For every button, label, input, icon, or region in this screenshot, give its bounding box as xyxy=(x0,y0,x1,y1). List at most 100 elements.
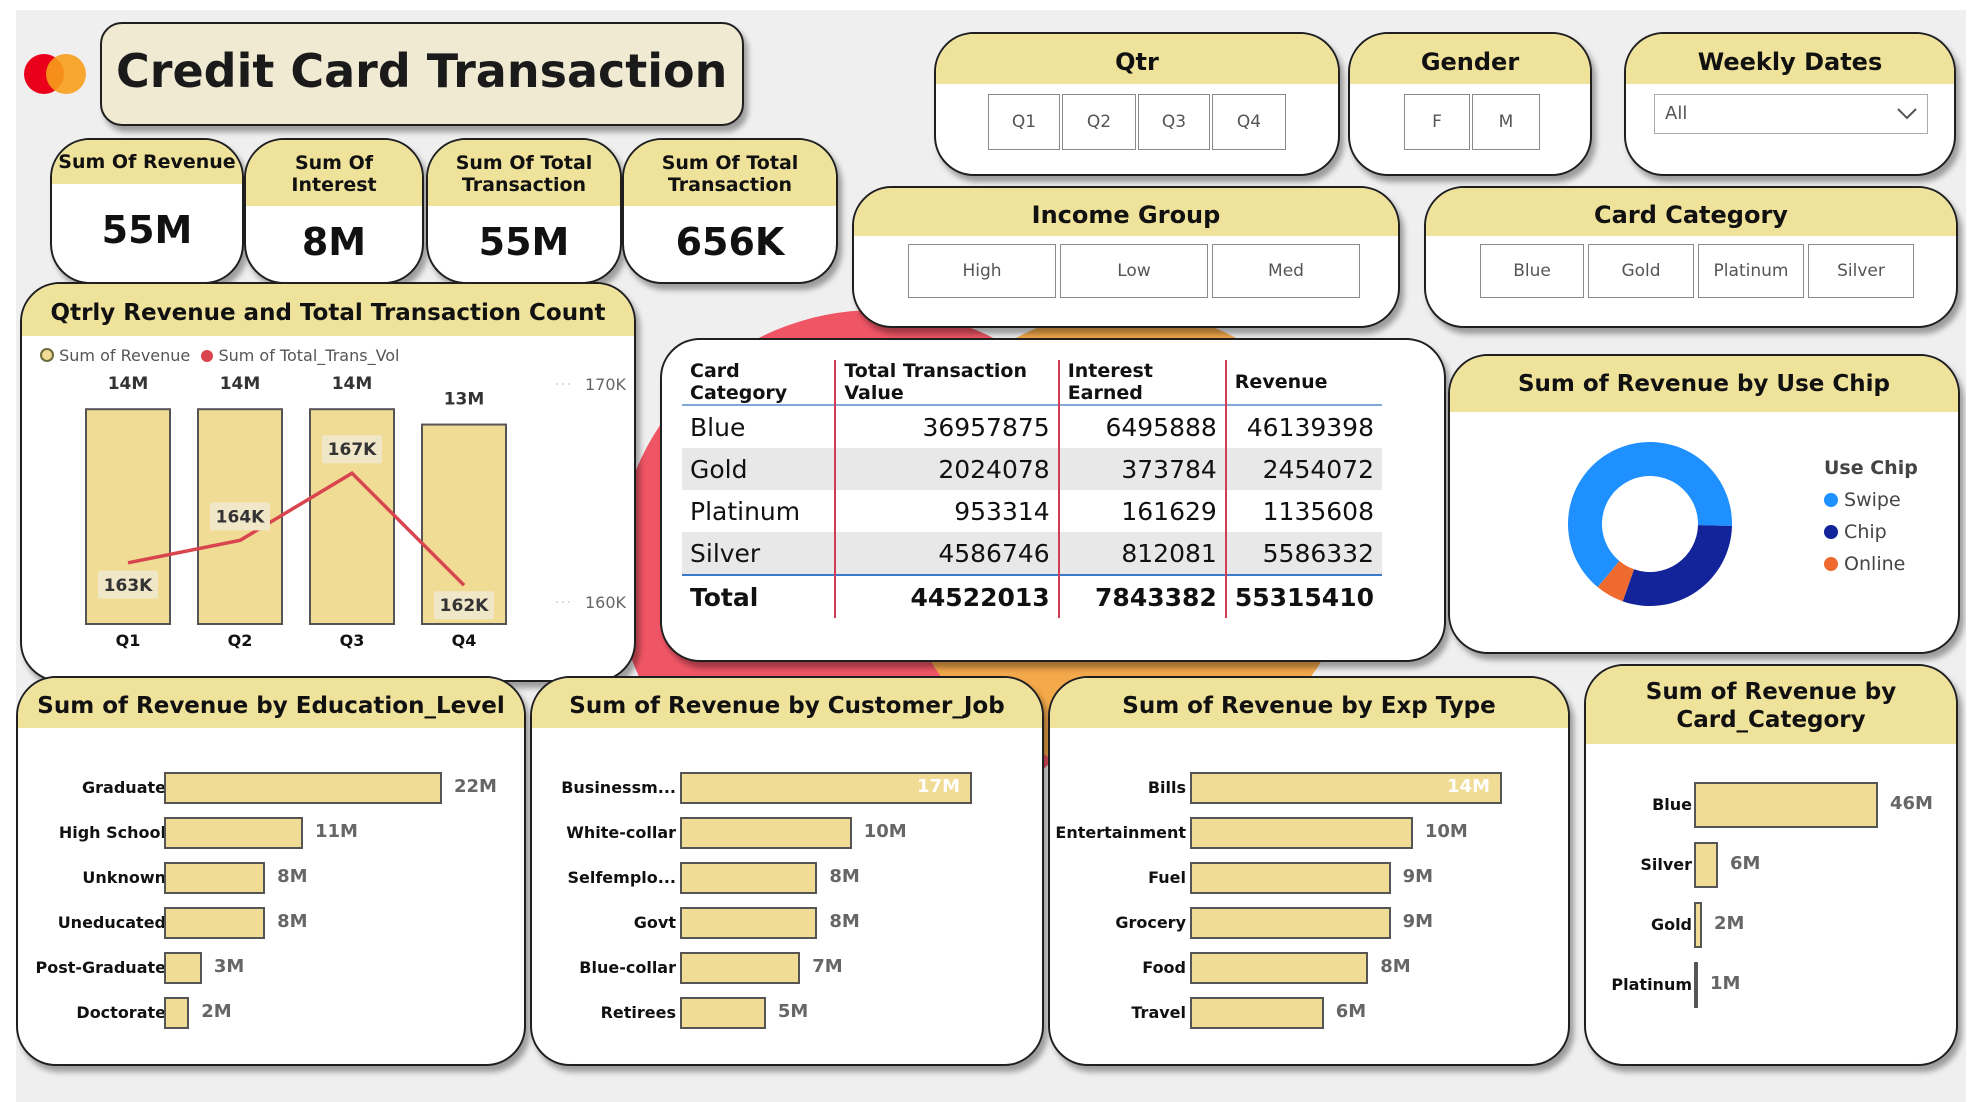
weekly-dates-dropdown[interactable]: All xyxy=(1654,94,1928,134)
legend-item-chip: Chip xyxy=(1824,516,1918,548)
income-option-low[interactable]: Low xyxy=(1060,244,1208,298)
gender-option-m[interactable]: M xyxy=(1472,94,1540,150)
card-category-matrix: Card Category Total Transaction Value In… xyxy=(660,338,1446,662)
income-option-high[interactable]: High xyxy=(908,244,1056,298)
revenue-bar[interactable] xyxy=(680,862,818,894)
x-tick-label: Q1 xyxy=(116,631,141,650)
card-category-option-platinum[interactable]: Platinum xyxy=(1698,244,1804,298)
revenue-bar[interactable] xyxy=(1190,907,1391,939)
card-category-option-silver[interactable]: Silver xyxy=(1808,244,1914,298)
education-level-chart: Sum of Revenue by Education_Level Gradua… xyxy=(16,676,526,1066)
matrix-cell: Platinum xyxy=(682,490,837,532)
revenue-bar[interactable] xyxy=(1694,842,1718,888)
bar-category-label: Uneducated xyxy=(57,913,166,932)
bar-data-label: 8M xyxy=(277,911,308,932)
matrix-header-card-category[interactable]: Card Category xyxy=(682,360,837,405)
kpi-card-total-transaction-count: Sum Of Total Transaction 656K xyxy=(622,138,838,284)
qtr-option-q2[interactable]: Q2 xyxy=(1062,94,1136,150)
revenue-bar[interactable] xyxy=(680,997,766,1029)
slicer-title: Qtr xyxy=(936,34,1338,84)
donut-chart xyxy=(1568,442,1732,606)
donut-legend: Use Chip Swipe Chip Online xyxy=(1824,452,1918,580)
bar-data-label: 8M xyxy=(829,866,860,887)
revenue-bar[interactable] xyxy=(164,997,190,1029)
revenue-bar[interactable] xyxy=(1190,817,1413,849)
bar-data-label: 1M xyxy=(1710,973,1741,994)
bar-data-label: 6M xyxy=(1335,1001,1367,1022)
logo-circle-orange xyxy=(46,54,86,94)
legend-label: Swipe xyxy=(1844,489,1901,511)
kpi-label: Sum Of Revenue xyxy=(52,140,242,184)
revenue-bar[interactable] xyxy=(680,817,852,849)
income-option-med[interactable]: Med xyxy=(1212,244,1360,298)
page-title: Credit Card Transaction Report xyxy=(116,44,742,98)
bar-data-label: 14M xyxy=(220,374,261,394)
legend-label: Online xyxy=(1844,553,1906,575)
matrix-cell: 46139398 xyxy=(1246,412,1374,442)
matrix-header-row: Card Category Total Transaction Value In… xyxy=(682,360,1382,405)
table-row[interactable]: Silver 4586746 812081 5586332 xyxy=(682,532,1382,575)
bar-category-label: Fuel xyxy=(1148,868,1186,887)
bar-data-label: 9M xyxy=(1402,866,1433,887)
bar-data-label: 14M xyxy=(1447,776,1490,797)
revenue-bar[interactable] xyxy=(1190,862,1391,894)
bar-data-label: 10M xyxy=(863,821,907,842)
revenue-bar[interactable] xyxy=(680,907,818,939)
revenue-bar[interactable] xyxy=(1190,952,1369,984)
qtr-option-q3[interactable]: Q3 xyxy=(1138,94,1210,150)
revenue-bar[interactable] xyxy=(1190,997,1324,1029)
matrix-header-revenue[interactable]: Revenue xyxy=(1226,360,1382,405)
matrix-cell: Gold xyxy=(682,448,837,490)
card-category-option-blue[interactable]: Blue xyxy=(1480,244,1584,298)
bar-data-label: 13M xyxy=(444,390,485,410)
card-category-slicer: Card Category Blue Gold Platinum Silver xyxy=(1424,186,1958,328)
bar-data-label: 8M xyxy=(1380,956,1411,977)
bar-category-label: Retirees xyxy=(600,1003,676,1022)
card-category-option-gold[interactable]: Gold xyxy=(1588,244,1694,298)
qtr-option-q1[interactable]: Q1 xyxy=(988,94,1060,150)
matrix-header-transaction-value[interactable]: Total Transaction Value xyxy=(835,360,1060,405)
quarterly-revenue-chart: Qtrly Revenue and Total Transaction Coun… xyxy=(20,282,636,682)
matrix-cell: 4586746 xyxy=(835,532,1060,575)
revenue-bar[interactable] xyxy=(164,772,442,804)
bar-data-label: 22M xyxy=(454,776,497,797)
bar-data-label: 2M xyxy=(1714,913,1745,934)
kpi-value: 55M xyxy=(101,208,193,252)
slicer-title: Gender xyxy=(1350,34,1590,84)
report-canvas: Credit Card Transaction Report Sum Of Re… xyxy=(16,10,1966,1102)
y2-tick-label: 160K xyxy=(585,593,627,612)
table-row[interactable]: Blue 36957875 6495888 46139398 xyxy=(682,405,1382,448)
table-row[interactable]: Gold 2024078 373784 2454072 xyxy=(682,448,1382,490)
kpi-value: 656K xyxy=(675,220,785,264)
title-card: Credit Card Transaction Report xyxy=(100,22,744,126)
bar-category-label: Blue-collar xyxy=(579,958,676,977)
line-data-label: 167K xyxy=(328,440,377,460)
slicer-title: Income Group xyxy=(854,188,1398,236)
revenue-bar[interactable] xyxy=(164,952,202,984)
line-data-label: 164K xyxy=(216,507,265,527)
matrix-cell: 1135608 xyxy=(1262,496,1374,526)
bar-category-label: Unknown xyxy=(82,868,166,887)
gender-option-f[interactable]: F xyxy=(1404,94,1470,150)
revenue-bar[interactable] xyxy=(1694,782,1878,828)
kpi-label: Sum Of Total Transaction xyxy=(428,140,620,206)
table-row[interactable]: Platinum 953314 161629 1135608 xyxy=(682,490,1382,532)
revenue-bar[interactable] xyxy=(680,952,801,984)
bar-data-label: 5M xyxy=(777,1001,809,1022)
kpi-label: Sum Of Interest xyxy=(246,140,422,206)
line-data-label: 163K xyxy=(104,576,153,596)
legend-title: Use Chip xyxy=(1824,457,1918,479)
bar-category-label: High School xyxy=(58,823,166,842)
revenue-bar[interactable] xyxy=(164,862,266,894)
dropdown-selected-value: All xyxy=(1665,103,1688,124)
revenue-bar[interactable] xyxy=(164,817,303,849)
revenue-bar[interactable] xyxy=(1694,902,1702,948)
revenue-bar[interactable] xyxy=(1694,962,1698,1008)
matrix-cell: 6495888 xyxy=(1058,405,1227,448)
chart-title: Sum of Revenue by Customer_Job xyxy=(532,678,1042,728)
revenue-bar[interactable] xyxy=(164,907,266,939)
qtr-option-q4[interactable]: Q4 xyxy=(1212,94,1286,150)
bar-data-label: 7M xyxy=(812,956,843,977)
matrix-header-interest[interactable]: Interest Earned xyxy=(1058,360,1227,405)
chart-title: Sum of Revenue by Exp Type xyxy=(1050,678,1568,728)
